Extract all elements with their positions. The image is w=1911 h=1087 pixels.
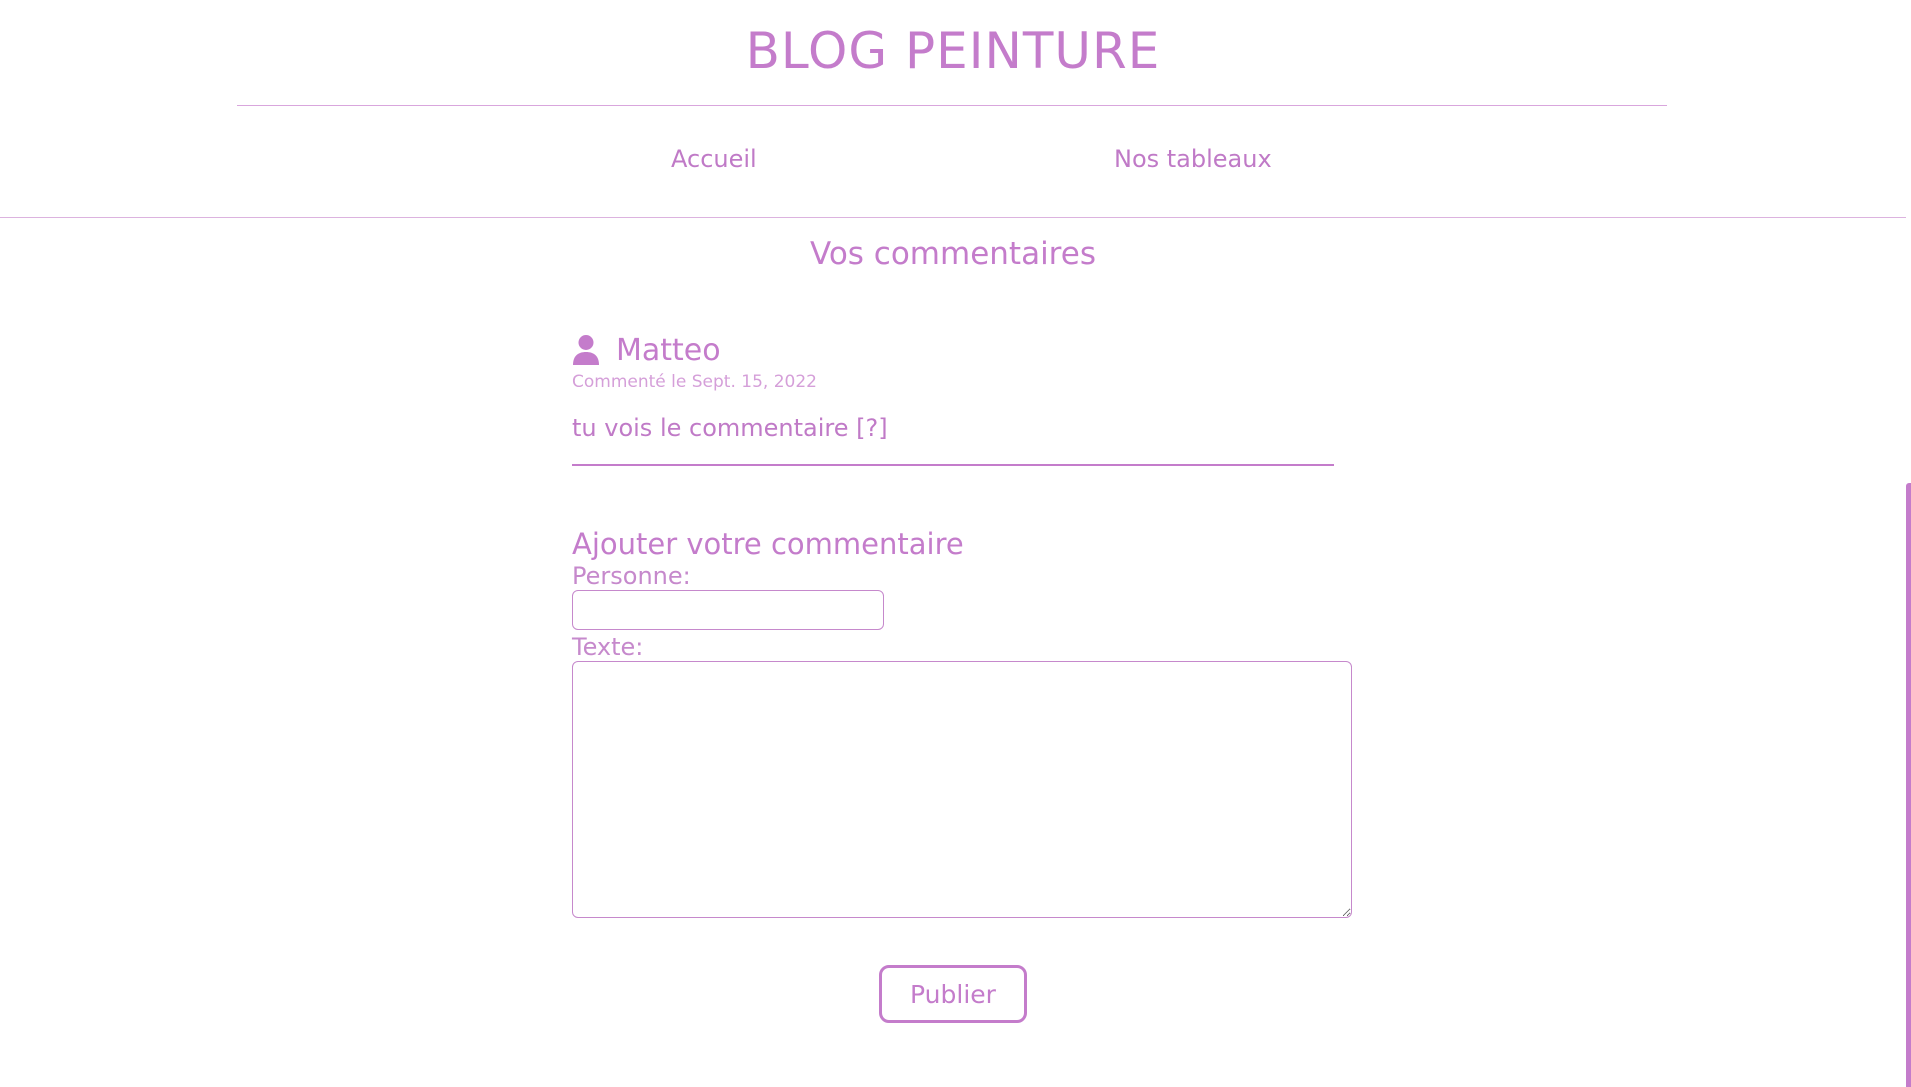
comments-section-title: Vos commentaires: [810, 236, 1096, 272]
comment-date: Commenté le Sept. 15, 2022: [572, 372, 817, 392]
nav-divider: [0, 217, 1906, 218]
scrollbar[interactable]: [1906, 0, 1911, 1087]
text-label: Texte:: [572, 633, 644, 661]
comment-item: Matteo Commenté le Sept. 15, 2022 tu voi…: [572, 330, 1334, 466]
scrollbar-thumb[interactable]: [1906, 483, 1911, 1087]
site-title: BLOG PEINTURE: [745, 22, 1161, 80]
comment-author-row: Matteo: [572, 330, 1334, 370]
comment-form-title: Ajouter votre commentaire: [572, 527, 964, 561]
person-label: Personne:: [572, 562, 691, 590]
person-icon: [572, 334, 600, 366]
person-input[interactable]: [572, 590, 884, 630]
nav-link-accueil[interactable]: Accueil: [671, 145, 757, 173]
comment-text: tu vois le commentaire [?]: [572, 414, 888, 442]
comment-textarea[interactable]: [572, 661, 1352, 918]
main-nav: Accueil Nos tableaux: [0, 145, 1906, 175]
title-divider: [237, 105, 1667, 106]
comment-author: Matteo: [616, 332, 721, 368]
publish-button[interactable]: Publier: [879, 965, 1027, 1023]
nav-link-nos-tableaux[interactable]: Nos tableaux: [1114, 145, 1272, 173]
page: BLOG PEINTURE Accueil Nos tableaux Vos c…: [0, 0, 1911, 1087]
comment-divider: [572, 464, 1334, 466]
